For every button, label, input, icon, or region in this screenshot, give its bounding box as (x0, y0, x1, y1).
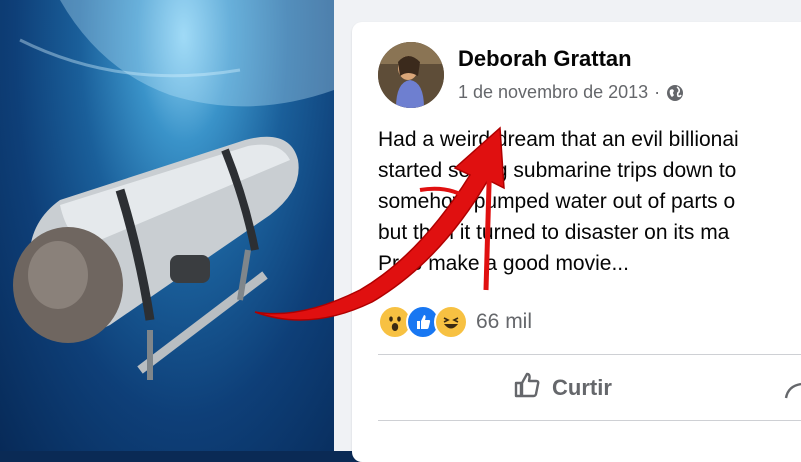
reactions-summary[interactable]: 66 mil (378, 305, 532, 339)
post-line: somehow pumped water out of parts o (378, 190, 736, 213)
submarine-illustration (13, 0, 334, 380)
post-text: Had a weird dream that an evil billionai… (378, 124, 801, 279)
haha-icon (434, 305, 468, 339)
like-button[interactable]: Curtir (512, 370, 612, 406)
avatar[interactable] (378, 42, 444, 108)
meta-separator: · (654, 82, 661, 102)
submarine-photo (0, 0, 334, 451)
reaction-count[interactable]: 66 mil (476, 310, 532, 334)
post-line: Prob make a good movie... (378, 252, 629, 275)
thumbs-up-icon (512, 370, 542, 406)
avatar-image (378, 42, 444, 108)
post-line: Had a weird dream that an evil billionai (378, 128, 739, 151)
post-line: started selling submarine trips down to (378, 159, 737, 182)
globe-icon (666, 84, 684, 102)
like-button-label: Curtir (552, 375, 612, 400)
actions-divider-bottom (378, 420, 801, 421)
post-meta: 1 de novembro de 2013 · (458, 82, 684, 103)
author-name[interactable]: Deborah Grattan (458, 46, 632, 72)
actions-divider-top (378, 354, 801, 355)
post-line: but then it turned to disaster on its ma (378, 221, 730, 244)
share-icon[interactable] (784, 376, 801, 407)
post-date[interactable]: 1 de novembro de 2013 (458, 82, 648, 103)
